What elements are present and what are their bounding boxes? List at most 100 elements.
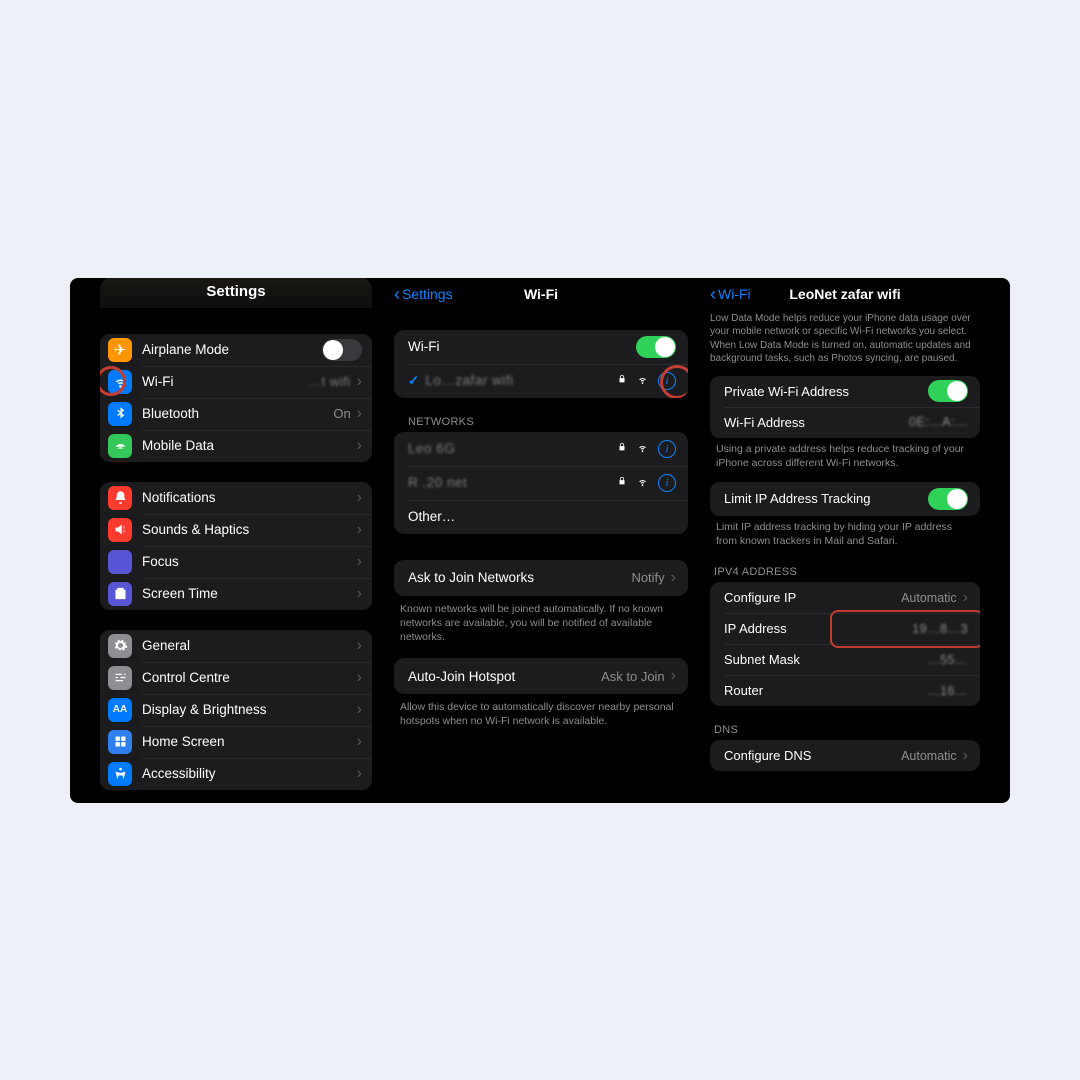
- ip-address-row: IP Address 19…8…3: [710, 613, 980, 644]
- ip-label: IP Address: [724, 621, 787, 636]
- settings-title: Settings: [100, 278, 372, 308]
- sidebar-item-notifications[interactable]: Notifications ›: [100, 482, 372, 514]
- subnet-row: Subnet Mask …55…: [710, 644, 980, 675]
- chevron-right-icon: ›: [357, 438, 362, 454]
- subnet-label: Subnet Mask: [724, 652, 800, 667]
- chevron-right-icon: ›: [357, 374, 362, 390]
- homescreen-icon: [108, 730, 132, 754]
- chevron-right-icon: ›: [357, 522, 362, 538]
- lock-icon: [617, 441, 627, 456]
- chevron-right-icon: ›: [357, 702, 362, 718]
- sidebar-item-airplane[interactable]: ✈ Airplane Mode: [100, 334, 372, 366]
- network-row[interactable]: Leo 6G i: [394, 432, 688, 466]
- lowdata-explainer: Low Data Mode helps reduce your iPhone d…: [710, 312, 980, 366]
- control-centre-icon: [108, 666, 132, 690]
- sidebar-item-wifi[interactable]: Wi-Fi …t wifi ›: [100, 366, 372, 398]
- notifications-label: Notifications: [142, 490, 216, 505]
- connected-network-name: Lo…zafar wifi: [425, 373, 513, 388]
- sidebar-item-bluetooth[interactable]: Bluetooth On ›: [100, 398, 372, 430]
- ask-label: Ask to Join Networks: [408, 570, 534, 585]
- chevron-right-icon: ›: [357, 586, 362, 602]
- chevron-right-icon: ›: [357, 638, 362, 654]
- back-button[interactable]: ‹ Wi-Fi: [710, 285, 751, 303]
- notifications-icon: [108, 486, 132, 510]
- chevron-right-icon: ›: [671, 668, 676, 684]
- connected-network-row[interactable]: ✓ Lo…zafar wifi i: [394, 364, 688, 398]
- wifi-toggle-row[interactable]: Wi-Fi: [394, 330, 688, 364]
- bluetooth-label: Bluetooth: [142, 406, 199, 421]
- checkmark-icon: ✓: [408, 373, 419, 389]
- wifi-switch[interactable]: [636, 336, 676, 358]
- page-title: Wi-Fi: [524, 286, 558, 302]
- configure-dns-row[interactable]: Configure DNS Automatic ›: [710, 740, 980, 771]
- bluetooth-icon: [108, 402, 132, 426]
- accessibility-icon: [108, 762, 132, 786]
- configure-ip-value: Automatic: [901, 591, 957, 605]
- page-title: LeoNet zafar wifi: [789, 286, 900, 302]
- info-icon[interactable]: i: [658, 440, 676, 458]
- router-row: Router …16…: [710, 675, 980, 706]
- network-row[interactable]: R .20 net i: [394, 466, 688, 500]
- sounds-icon: [108, 518, 132, 542]
- wifi-address-row: Wi-Fi Address 0E:…A:…: [710, 407, 980, 438]
- back-button[interactable]: ‹ Settings: [394, 285, 453, 303]
- ask-footer: Known networks will be joined automatica…: [400, 602, 682, 645]
- info-icon[interactable]: i: [658, 372, 676, 390]
- auto-join-row[interactable]: Auto-Join Hotspot Ask to Join ›: [394, 658, 688, 694]
- sidebar-item-focus[interactable]: Focus ›: [100, 546, 372, 578]
- configure-ip-row[interactable]: Configure IP Automatic ›: [710, 582, 980, 613]
- private-wifi-row[interactable]: Private Wi-Fi Address: [710, 376, 980, 407]
- private-label: Private Wi-Fi Address: [724, 384, 849, 399]
- gear-icon: [108, 634, 132, 658]
- bluetooth-value: On: [333, 406, 350, 421]
- limit-footer: Limit IP address tracking by hiding your…: [716, 520, 974, 548]
- sidebar-item-screentime[interactable]: Screen Time ›: [100, 578, 372, 610]
- private-footer: Using a private address helps reduce tra…: [716, 442, 974, 470]
- screentime-label: Screen Time: [142, 586, 218, 601]
- sounds-label: Sounds & Haptics: [142, 522, 249, 537]
- chevron-right-icon: ›: [357, 406, 362, 422]
- sidebar-item-controlcentre[interactable]: Control Centre ›: [100, 662, 372, 694]
- limit-tracking-row[interactable]: Limit IP Address Tracking: [710, 482, 980, 516]
- wifi-value: …t wifi: [308, 374, 351, 389]
- wifi-label: Wi-Fi: [142, 374, 173, 389]
- sidebar-item-sounds[interactable]: Sounds & Haptics ›: [100, 514, 372, 546]
- sidebar-item-accessibility[interactable]: Accessibility ›: [100, 758, 372, 790]
- wifi-signal-icon: [636, 475, 649, 490]
- airplane-switch[interactable]: [322, 339, 362, 361]
- wifi-signal-icon: [636, 374, 649, 388]
- display-label: Display & Brightness: [142, 702, 267, 717]
- other-network-row[interactable]: Other…: [394, 500, 688, 534]
- wifi-address-label: Wi-Fi Address: [724, 415, 805, 430]
- sidebar-item-general[interactable]: General ›: [100, 630, 372, 662]
- wifi-toggle-label: Wi-Fi: [408, 339, 439, 354]
- chevron-left-icon: ‹: [710, 285, 716, 303]
- chevron-left-icon: ‹: [394, 285, 400, 303]
- chevron-right-icon: ›: [357, 554, 362, 570]
- network-name: Leo 6G: [408, 441, 455, 456]
- limit-switch[interactable]: [928, 488, 968, 510]
- ip-value: 19…8…3: [912, 622, 968, 636]
- control-label: Control Centre: [142, 670, 230, 685]
- airplane-label: Airplane Mode: [142, 342, 229, 357]
- sidebar-item-mobile[interactable]: Mobile Data ›: [100, 430, 372, 462]
- subnet-value: …55…: [927, 653, 968, 667]
- configure-ip-label: Configure IP: [724, 590, 796, 605]
- network-name: R .20 net: [408, 475, 467, 490]
- lock-icon: [617, 373, 627, 388]
- private-switch[interactable]: [928, 380, 968, 402]
- airplane-icon: ✈: [108, 338, 132, 362]
- ask-to-join-row[interactable]: Ask to Join Networks Notify ›: [394, 560, 688, 596]
- focus-icon: [108, 550, 132, 574]
- chevron-right-icon: ›: [357, 766, 362, 782]
- info-icon[interactable]: i: [658, 474, 676, 492]
- chevron-right-icon: ›: [357, 670, 362, 686]
- mobile-data-icon: [108, 434, 132, 458]
- home-label: Home Screen: [142, 734, 225, 749]
- networks-header: NETWORKS: [408, 416, 688, 428]
- other-label: Other…: [408, 509, 455, 524]
- back-label: Wi-Fi: [718, 286, 751, 302]
- sidebar-item-homescreen[interactable]: Home Screen ›: [100, 726, 372, 758]
- sidebar-item-display[interactable]: AA Display & Brightness ›: [100, 694, 372, 726]
- wifi-signal-icon: [636, 441, 649, 456]
